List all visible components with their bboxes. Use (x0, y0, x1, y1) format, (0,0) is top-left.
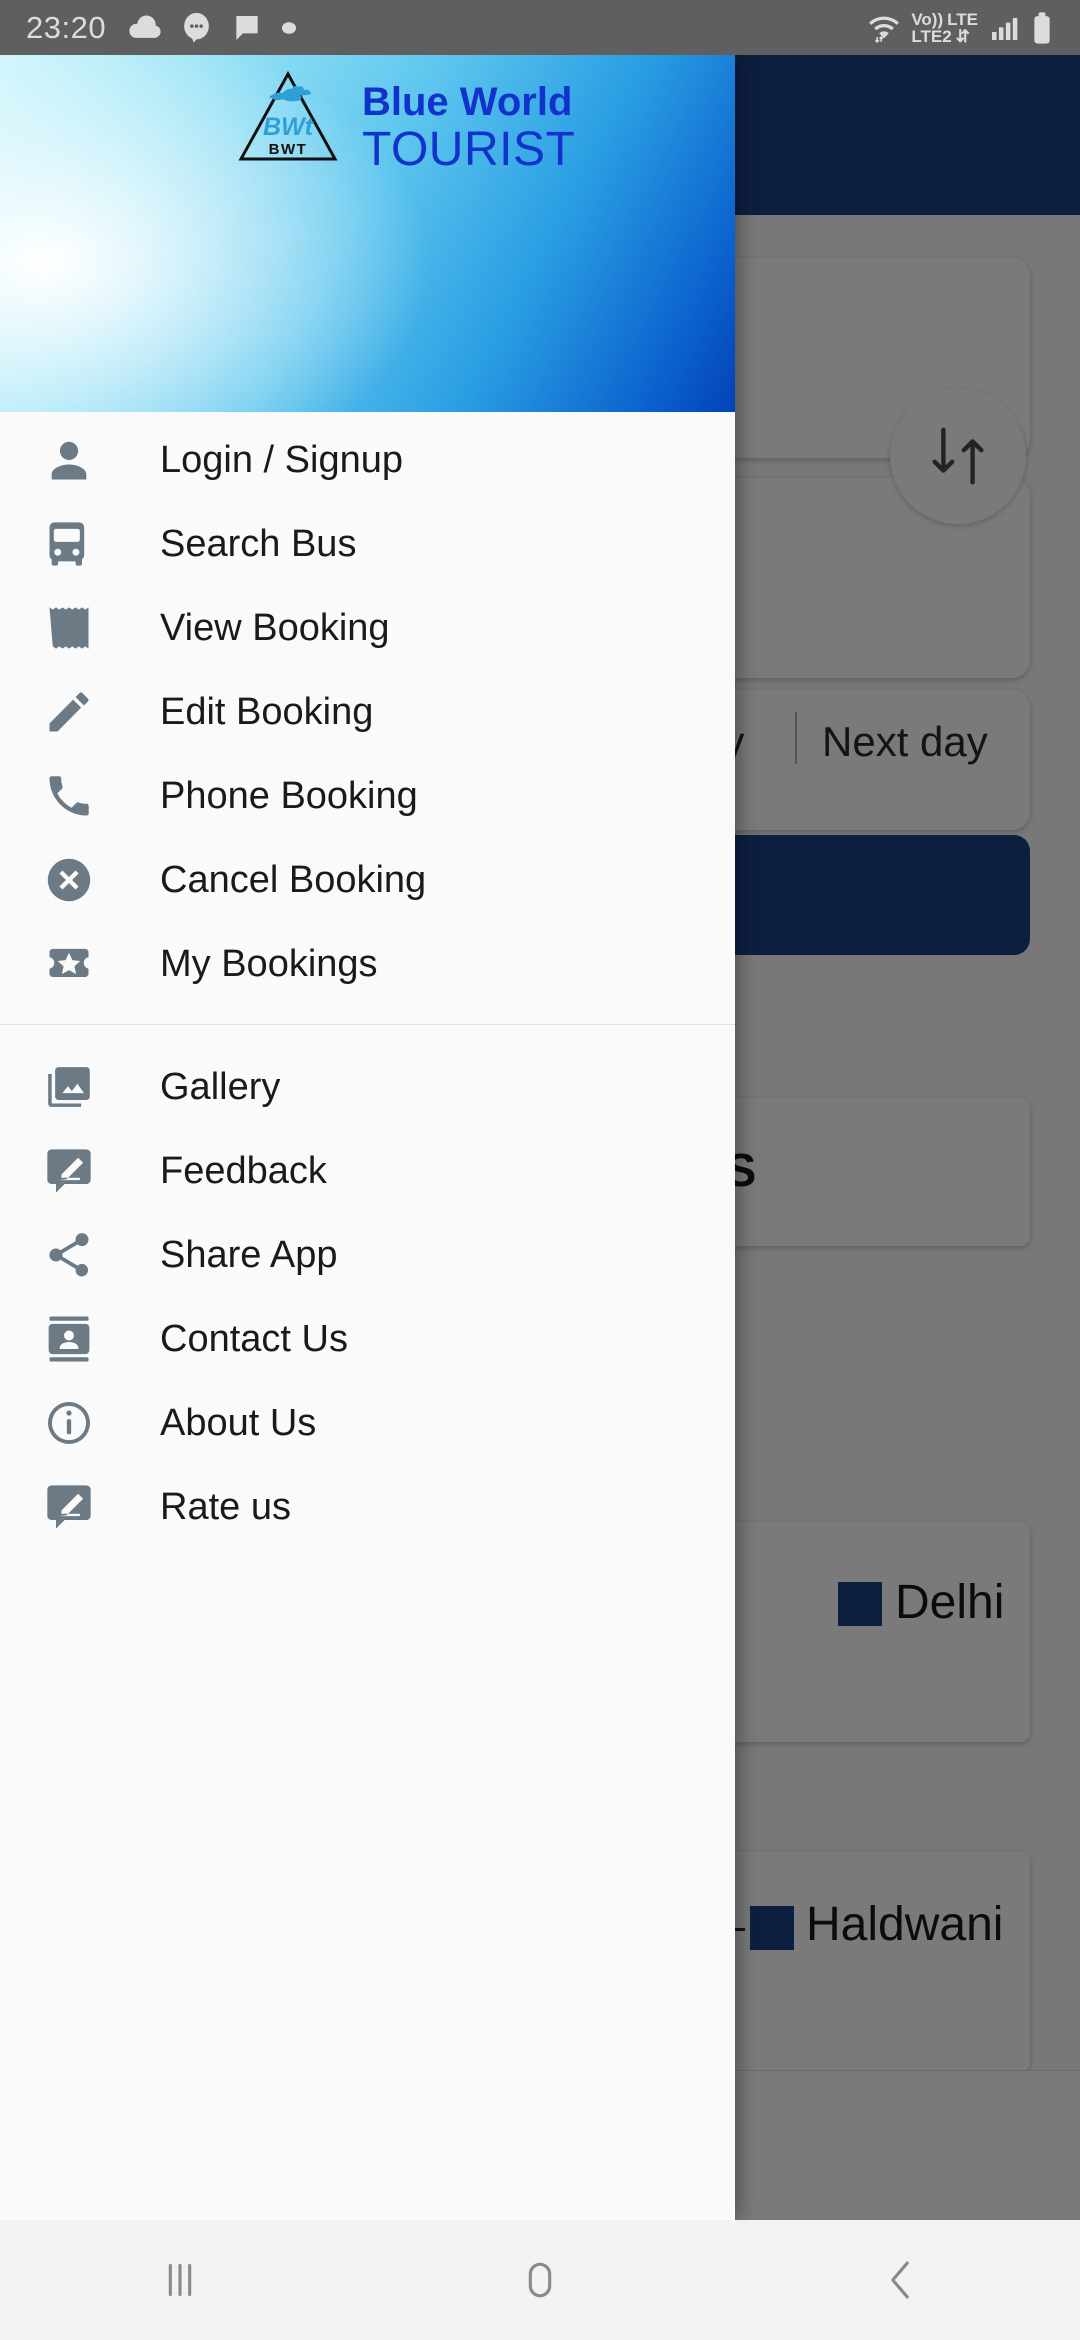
cloud-icon (129, 15, 161, 38)
menu-item-view-booking[interactable]: View Booking (0, 586, 735, 670)
menu-item-my-bookings[interactable]: My Bookings (0, 922, 735, 1006)
status-bar: 23:20 Vo)) LTE LTE2 ⇵ (0, 0, 1080, 55)
menu-item-login-signup[interactable]: Login / Signup (0, 418, 735, 502)
menu-label: Share App (160, 1233, 338, 1276)
menu-label: Login / Signup (160, 438, 403, 481)
home-icon (528, 2262, 552, 2298)
share-icon (40, 1226, 98, 1284)
message-icon (236, 15, 258, 40)
brand-line-1: Blue World (362, 80, 573, 124)
battery-icon (1034, 11, 1050, 44)
menu-label: Search Bus (160, 522, 357, 565)
wifi-icon (869, 16, 900, 43)
drawer-header: BWt BWT Blue World TOURIST (0, 55, 735, 412)
contact-card-icon (40, 1310, 98, 1368)
rate-review-icon (40, 1478, 98, 1536)
phone-icon (40, 767, 98, 825)
menu-item-gallery[interactable]: Gallery (0, 1045, 735, 1129)
menu-item-share-app[interactable]: Share App (0, 1213, 735, 1297)
menu-label: Feedback (160, 1149, 327, 1192)
brand-logo: BWt BWT Blue World TOURIST (236, 69, 575, 176)
menu-label: Rate us (160, 1485, 291, 1528)
menu-label: Edit Booking (160, 690, 374, 733)
photo-library-icon (40, 1058, 98, 1116)
brand-text: Blue World TOURIST (362, 69, 575, 176)
cancel-circle-icon (40, 851, 98, 909)
menu-item-edit-booking[interactable]: Edit Booking (0, 670, 735, 754)
dot-icon (282, 21, 297, 34)
recents-button[interactable] (110, 2220, 250, 2340)
bus-icon (40, 515, 98, 573)
menu-label: Cancel Booking (160, 858, 427, 901)
menu-item-contact-us[interactable]: Contact Us (0, 1297, 735, 1381)
recents-icon (168, 2263, 192, 2297)
pencil-icon (40, 683, 98, 741)
status-clock: 23:20 (26, 9, 107, 45)
menu-label: Contact Us (160, 1317, 348, 1360)
menu-divider (0, 1024, 735, 1025)
menu-item-feedback[interactable]: Feedback (0, 1129, 735, 1213)
ticket-star-icon (40, 935, 98, 993)
menu-item-rate-us[interactable]: Rate us (0, 1465, 735, 1549)
back-button[interactable] (830, 2220, 970, 2340)
system-nav-bar (0, 2220, 1080, 2340)
menu-label: View Booking (160, 606, 390, 649)
svg-text:BWt: BWt (263, 113, 315, 141)
menu-item-about-us[interactable]: About Us (0, 1381, 735, 1465)
lte-label: LTE (947, 9, 978, 29)
info-circle-icon (40, 1394, 98, 1452)
volte-label: Vo)) (911, 9, 944, 29)
navigation-drawer: BWt BWT Blue World TOURIST Login / Signu… (0, 55, 735, 2220)
menu-label: Gallery (160, 1065, 281, 1108)
chat-dots-icon (184, 12, 209, 43)
feedback-icon (40, 1142, 98, 1200)
receipt-icon (40, 599, 98, 657)
menu-label: My Bookings (160, 942, 378, 985)
menu-label: Phone Booking (160, 774, 418, 817)
menu-item-cancel-booking[interactable]: Cancel Booking (0, 838, 735, 922)
network-labels: Vo)) LTE LTE2 ⇵ (911, 11, 978, 45)
svg-text:BWT: BWT (269, 141, 308, 158)
person-icon (40, 431, 98, 489)
status-right-icons: Vo)) LTE LTE2 ⇵ (866, 11, 1054, 45)
lte2-label: LTE2 (911, 26, 952, 46)
back-icon (891, 2261, 909, 2299)
signal-icon (992, 17, 1018, 40)
home-button[interactable] (470, 2220, 610, 2340)
data-arrows-icon: ⇵ (955, 26, 970, 46)
bwt-logo-icon: BWt BWT (238, 70, 338, 161)
menu-label: About Us (160, 1401, 317, 1444)
menu-item-search-bus[interactable]: Search Bus (0, 502, 735, 586)
brand-line-2: TOURIST (362, 123, 576, 177)
status-left-icons (128, 11, 297, 44)
menu-item-phone-booking[interactable]: Phone Booking (0, 754, 735, 838)
phone-screen: ay Next day s ELINES hes Delhi 0 Haldwan… (0, 0, 1080, 2340)
drawer-menu: Login / Signup Search Bus View Booking E… (0, 412, 735, 1549)
